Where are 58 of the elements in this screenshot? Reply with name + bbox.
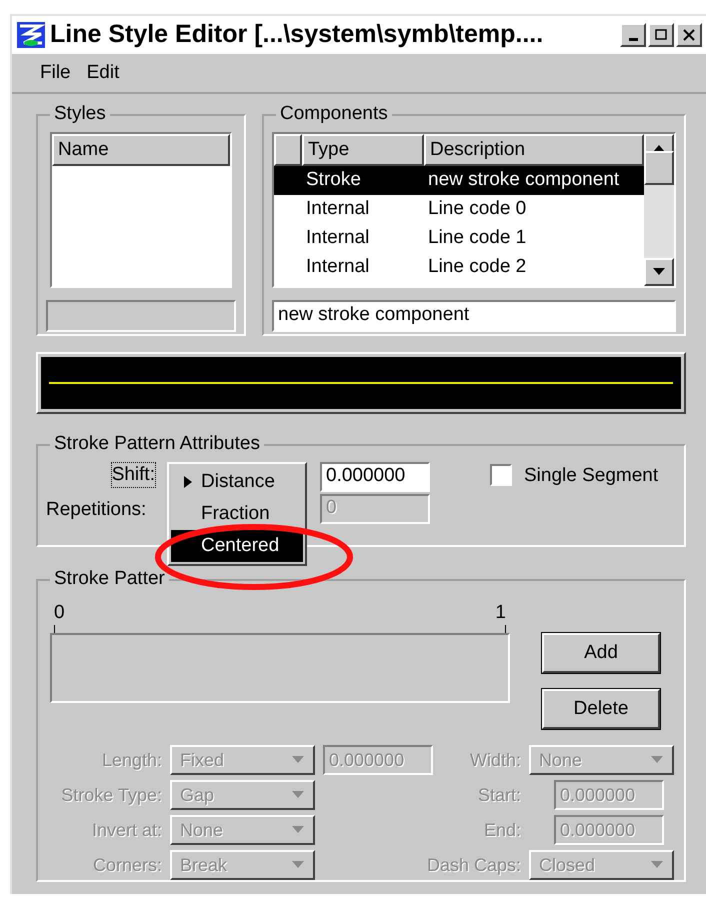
- field-label: Shift:: [110, 462, 156, 488]
- input-field[interactable]: 0.000000: [320, 462, 430, 492]
- maximize-icon: [654, 28, 668, 41]
- description-field[interactable]: new stroke component: [272, 300, 676, 332]
- minimize-button[interactable]: [620, 22, 646, 47]
- action-button[interactable]: Add: [542, 633, 660, 673]
- type-cell-text: Stroke: [305, 168, 362, 192]
- menu-option[interactable]: Centered: [171, 530, 303, 562]
- maximize-button[interactable]: [648, 22, 674, 47]
- menu-item[interactable]: Edit: [86, 58, 120, 88]
- field-label: Invert at:: [90, 818, 162, 842]
- type-cell-text: Internal: [305, 226, 370, 250]
- bullet-icon: [183, 475, 193, 489]
- app-icon: [16, 20, 46, 49]
- close-icon: [682, 28, 696, 41]
- list-row[interactable]: Stroke new stroke component: [274, 166, 644, 195]
- type-cell-text: Internal: [305, 254, 370, 279]
- field-label: Dash Caps:: [426, 854, 521, 877]
- type-cell-text: Internal: [305, 196, 370, 221]
- description-cell-text: new stroke component: [427, 168, 620, 192]
- field-label: Start:: [476, 784, 521, 806]
- description-cell-text: Line code 1: [427, 226, 528, 250]
- scroll-thumb[interactable]: [644, 150, 674, 185]
- action-button[interactable]: Delete: [542, 689, 660, 729]
- menu-item[interactable]: File: [40, 58, 71, 88]
- down-arrow-icon: [291, 861, 305, 869]
- field-label: Corners:: [92, 854, 162, 876]
- down-arrow-icon: [291, 756, 305, 764]
- description-cell-text: Line code 0: [427, 196, 528, 221]
- down-arrow-icon: [291, 826, 305, 834]
- window-title: Line Style Editor [...\system\symb\temp....: [50, 19, 544, 50]
- description-cell-text: Line code 2: [427, 254, 528, 279]
- field-label: Width:: [468, 748, 521, 772]
- column-header[interactable]: Type: [302, 134, 424, 166]
- menu-option[interactable]: Fraction: [171, 498, 303, 530]
- down-arrow-icon: [650, 756, 664, 764]
- menu-option[interactable]: Distance: [171, 466, 303, 498]
- down-arrow-icon: [652, 268, 666, 276]
- field-label: End:: [482, 818, 521, 842]
- scrollbar[interactable]: [644, 134, 674, 286]
- field-label: Repetitions:: [46, 498, 146, 522]
- down-arrow-icon: [650, 861, 664, 869]
- down-arrow-icon: [291, 791, 305, 799]
- checkbox-label: Single Segment: [524, 464, 658, 488]
- list-row[interactable]: Internal Line code 0: [274, 194, 644, 224]
- column-header[interactable]: Description: [424, 134, 644, 166]
- scale-label: 0: [54, 601, 65, 625]
- checkbox[interactable]: [490, 464, 512, 486]
- list-row[interactable]: Internal Line code 2: [274, 252, 644, 282]
- column-header[interactable]: [274, 134, 302, 166]
- close-button[interactable]: [676, 22, 702, 47]
- minimize-icon: [628, 38, 638, 42]
- list-row[interactable]: Internal Line code 1: [274, 224, 644, 253]
- field-label: Stroke Type:: [60, 784, 162, 807]
- pattern-area[interactable]: [50, 633, 510, 703]
- column-header[interactable]: Name: [52, 134, 230, 166]
- scale-label: 1: [495, 601, 506, 625]
- field-label: Length:: [100, 748, 162, 772]
